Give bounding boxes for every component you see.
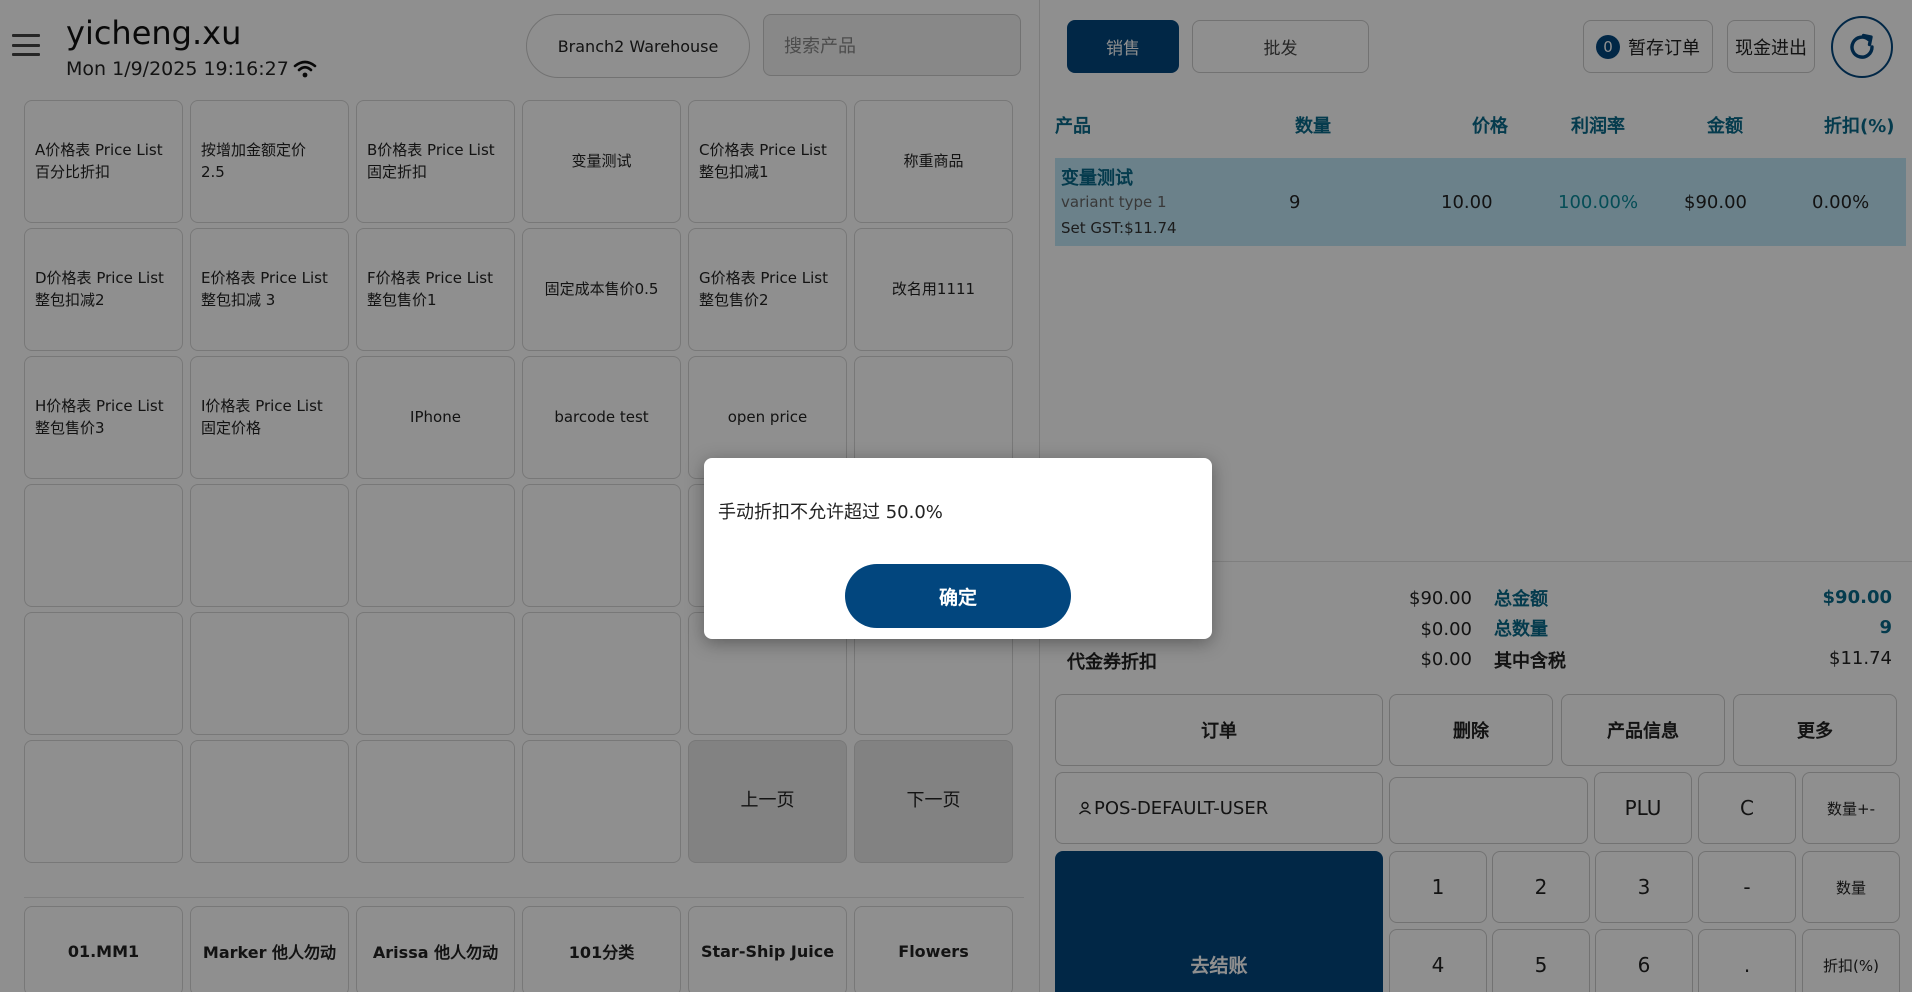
- dialog-message: 手动折扣不允许超过 50.0%: [718, 502, 943, 523]
- confirm-button[interactable]: 确定: [845, 564, 1071, 628]
- alert-dialog: 手动折扣不允许超过 50.0% 确定: [704, 458, 1212, 639]
